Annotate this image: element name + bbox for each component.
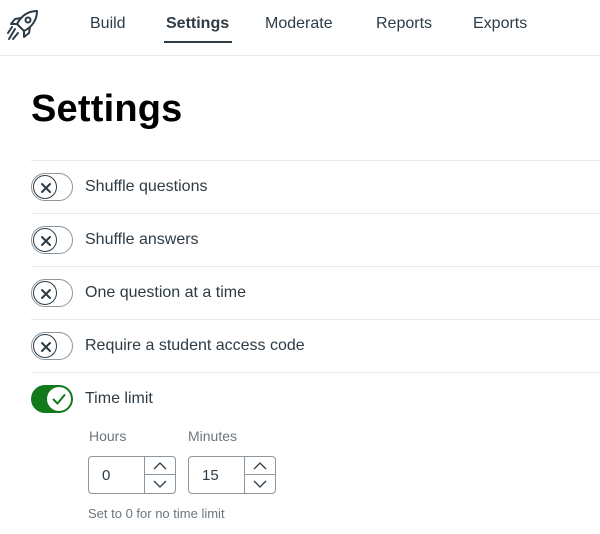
tab-build[interactable]: Build — [90, 14, 126, 42]
x-icon — [33, 175, 57, 199]
shuffle-questions-toggle[interactable] — [31, 173, 73, 201]
tab-reports[interactable]: Reports — [376, 14, 432, 42]
shuffle-questions-label: Shuffle questions — [85, 178, 208, 195]
setting-row-shuffle-answers: Shuffle answers — [31, 213, 600, 266]
hours-stepper-arrows — [144, 457, 176, 493]
time-limit-hint: Set to 0 for no time limit — [88, 506, 225, 521]
x-icon — [33, 281, 57, 305]
x-icon — [33, 228, 57, 252]
access-code-toggle[interactable] — [31, 332, 73, 360]
x-icon — [33, 334, 57, 358]
rocket-icon[interactable] — [6, 8, 40, 42]
time-limit-toggle[interactable] — [31, 385, 73, 413]
tab-exports[interactable]: Exports — [473, 14, 527, 42]
setting-row-time-limit: Time limit — [31, 372, 600, 425]
setting-row-one-question: One question at a time — [31, 266, 600, 319]
hours-decrement-button[interactable] — [145, 475, 176, 493]
checkmark-icon — [47, 387, 71, 411]
chevron-down-icon — [253, 480, 267, 488]
page-title: Settings — [31, 88, 183, 130]
shuffle-answers-label: Shuffle answers — [85, 231, 199, 248]
minutes-label: Minutes — [188, 428, 238, 444]
setting-row-access-code: Require a student access code — [31, 319, 600, 372]
hours-increment-button[interactable] — [145, 457, 176, 475]
minutes-stepper[interactable]: 15 — [188, 456, 276, 494]
top-navigation: Build Settings Moderate Reports Exports — [0, 0, 600, 56]
time-limit-label: Time limit — [85, 390, 153, 407]
minutes-decrement-button[interactable] — [245, 475, 276, 493]
one-question-at-a-time-label: One question at a time — [85, 284, 246, 301]
minutes-stepper-arrows — [244, 457, 276, 493]
access-code-label: Require a student access code — [85, 337, 305, 354]
setting-row-shuffle-questions: Shuffle questions — [31, 160, 600, 213]
tab-settings[interactable]: Settings — [163, 14, 233, 43]
chevron-up-icon — [153, 462, 167, 470]
minutes-increment-button[interactable] — [245, 457, 276, 475]
hours-stepper[interactable]: 0 — [88, 456, 176, 494]
chevron-up-icon — [253, 462, 267, 470]
tab-moderate[interactable]: Moderate — [265, 14, 333, 42]
shuffle-answers-toggle[interactable] — [31, 226, 73, 254]
hours-value[interactable]: 0 — [102, 467, 110, 484]
one-question-at-a-time-toggle[interactable] — [31, 279, 73, 307]
chevron-down-icon — [153, 480, 167, 488]
minutes-value[interactable]: 15 — [202, 467, 219, 484]
hours-label: Hours — [89, 428, 127, 444]
